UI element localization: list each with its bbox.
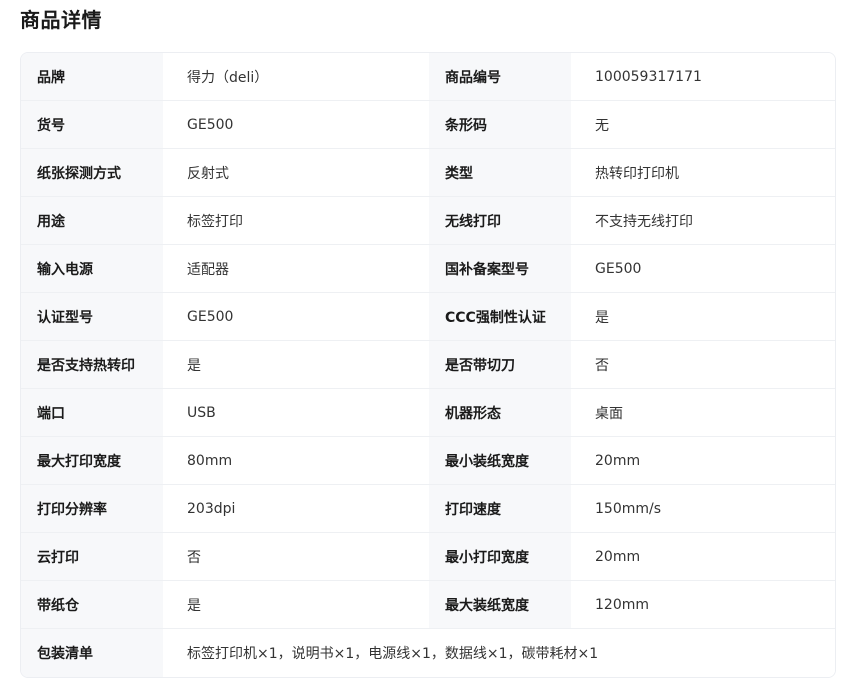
table-row: 品牌 得力（deli） 商品编号 100059317171 [21, 53, 835, 101]
package-label: 包装清单 [21, 629, 163, 677]
spec-label: 最大装纸宽度 [429, 581, 571, 628]
table-row: 货号 GE500 条形码 无 [21, 101, 835, 149]
section-title: 商品详情 [20, 8, 102, 32]
spec-table: 品牌 得力（deli） 商品编号 100059317171 货号 GE500 条… [20, 52, 836, 678]
spec-value: 是 [163, 581, 429, 628]
spec-value: USB [163, 389, 429, 436]
spec-value: 适配器 [163, 245, 429, 292]
package-value: 标签打印机×1，说明书×1，电源线×1，数据线×1，碳带耗材×1 [163, 629, 835, 677]
spec-label: 认证型号 [21, 293, 163, 340]
table-row: 打印分辨率 203dpi 打印速度 150mm/s [21, 485, 835, 533]
spec-value: 否 [163, 533, 429, 580]
table-row: 认证型号 GE500 CCC强制性认证 是 [21, 293, 835, 341]
spec-label: 机器形态 [429, 389, 571, 436]
spec-value: 203dpi [163, 485, 429, 532]
spec-value: 20mm [571, 533, 835, 580]
spec-value: 120mm [571, 581, 835, 628]
spec-value: 20mm [571, 437, 835, 484]
spec-label: 类型 [429, 149, 571, 196]
spec-label: 条形码 [429, 101, 571, 148]
spec-label: 用途 [21, 197, 163, 244]
spec-label: 无线打印 [429, 197, 571, 244]
table-row: 纸张探测方式 反射式 类型 热转印打印机 [21, 149, 835, 197]
spec-value: GE500 [163, 101, 429, 148]
spec-value: 80mm [163, 437, 429, 484]
spec-value: 150mm/s [571, 485, 835, 532]
spec-value: 是 [163, 341, 429, 388]
spec-value: GE500 [163, 293, 429, 340]
spec-label: CCC强制性认证 [429, 293, 571, 340]
spec-label: 打印速度 [429, 485, 571, 532]
spec-label: 输入电源 [21, 245, 163, 292]
table-row: 最大打印宽度 80mm 最小装纸宽度 20mm [21, 437, 835, 485]
spec-value: 不支持无线打印 [571, 197, 835, 244]
spec-label: 国补备案型号 [429, 245, 571, 292]
spec-value: GE500 [571, 245, 835, 292]
table-row: 带纸仓 是 最大装纸宽度 120mm [21, 581, 835, 629]
spec-label: 货号 [21, 101, 163, 148]
spec-value: 热转印打印机 [571, 149, 835, 196]
spec-label: 是否带切刀 [429, 341, 571, 388]
spec-label: 打印分辨率 [21, 485, 163, 532]
spec-label: 是否支持热转印 [21, 341, 163, 388]
spec-value: 桌面 [571, 389, 835, 436]
table-row: 用途 标签打印 无线打印 不支持无线打印 [21, 197, 835, 245]
spec-label: 带纸仓 [21, 581, 163, 628]
spec-label: 品牌 [21, 53, 163, 100]
table-row: 是否支持热转印 是 是否带切刀 否 [21, 341, 835, 389]
spec-label: 商品编号 [429, 53, 571, 100]
spec-value: 得力（deli） [163, 53, 429, 100]
spec-value: 否 [571, 341, 835, 388]
spec-label: 最小装纸宽度 [429, 437, 571, 484]
spec-value: 标签打印 [163, 197, 429, 244]
spec-label: 云打印 [21, 533, 163, 580]
spec-label: 最小打印宽度 [429, 533, 571, 580]
spec-value: 无 [571, 101, 835, 148]
spec-value: 反射式 [163, 149, 429, 196]
spec-value: 是 [571, 293, 835, 340]
table-row: 端口 USB 机器形态 桌面 [21, 389, 835, 437]
table-row-package: 包装清单 标签打印机×1，说明书×1，电源线×1，数据线×1，碳带耗材×1 [21, 629, 835, 677]
spec-label: 纸张探测方式 [21, 149, 163, 196]
spec-label: 端口 [21, 389, 163, 436]
spec-label: 最大打印宽度 [21, 437, 163, 484]
table-row: 云打印 否 最小打印宽度 20mm [21, 533, 835, 581]
spec-value: 100059317171 [571, 53, 835, 100]
table-row: 输入电源 适配器 国补备案型号 GE500 [21, 245, 835, 293]
